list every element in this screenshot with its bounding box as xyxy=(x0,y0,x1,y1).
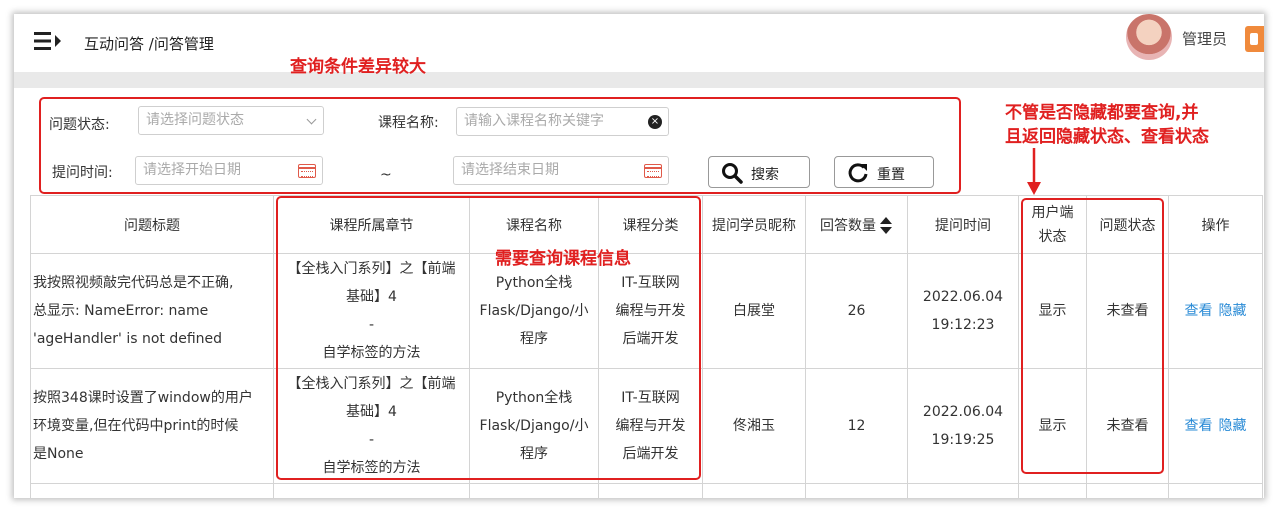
date-text: 2022.06.04 xyxy=(922,289,1004,305)
title-line: 是None xyxy=(33,446,84,462)
title-line: 按照348课时设置了window的用户 xyxy=(33,390,253,406)
empty-cell xyxy=(907,483,1019,498)
status-annotation-line1: 不管是否隐藏都要查询,并 xyxy=(1005,103,1199,123)
title-line: 'ageHandler' is not defined xyxy=(33,331,223,347)
time-text: 19:12:23 xyxy=(931,317,995,333)
view-link[interactable]: 查看 xyxy=(1185,418,1213,434)
date-text: 2022.06.04 xyxy=(922,404,1004,420)
filters-highlight-box xyxy=(39,97,961,194)
header-student: 提问学员昵称 xyxy=(702,195,806,254)
title-line: 总显示: NameError: name xyxy=(33,303,209,319)
empty-cell xyxy=(1086,483,1169,498)
empty-cell xyxy=(273,483,470,498)
title-line: 我按照视频敲完代码总是不正确, xyxy=(33,275,234,291)
cell-student: 佟湘玉 xyxy=(702,368,806,484)
cell-title: 我按照视频敲完代码总是不正确, 总显示: NameError: name 'ageH… xyxy=(30,253,274,369)
side-toolbar-icon[interactable] xyxy=(1245,26,1264,52)
empty-cell xyxy=(1168,483,1263,498)
sort-icon[interactable] xyxy=(879,216,893,235)
username-label[interactable]: 管理员 xyxy=(1182,28,1227,49)
view-link[interactable]: 查看 xyxy=(1185,303,1213,319)
header-actions: 操作 xyxy=(1168,195,1263,254)
app-window: 互动问答 /问答管理 管理员 问题状态: 请选择问题状态 课程名称: 请输入课程… xyxy=(14,14,1264,498)
hide-link[interactable]: 隐藏 xyxy=(1219,303,1247,319)
cell-time: 2022.06.04 19:19:25 xyxy=(907,368,1019,484)
empty-cell xyxy=(469,483,599,498)
content-divider xyxy=(14,72,1264,88)
top-header: 互动问答 /问答管理 管理员 xyxy=(14,14,1264,72)
breadcrumb: 互动问答 /问答管理 xyxy=(84,35,214,53)
cell-actions: 查看 隐藏 xyxy=(1168,253,1263,369)
cell-answers: 26 xyxy=(805,253,908,369)
cell-time: 2022.06.04 19:12:23 xyxy=(907,253,1019,369)
hide-link[interactable]: 隐藏 xyxy=(1219,418,1247,434)
status-annotation-line2: 且返回隐藏状态、查看状态 xyxy=(1005,127,1209,147)
empty-cell xyxy=(805,483,908,498)
title-line: 环境变量,但在代码中print的时候 xyxy=(33,418,239,434)
cell-title: 按照348课时设置了window的用户 环境变量,但在代码中print的时候 是No… xyxy=(30,368,274,484)
table-row xyxy=(30,483,1263,498)
header-time: 提问时间 xyxy=(907,195,1019,254)
filters-annotation: 查询条件差异较大 xyxy=(290,57,426,77)
cell-answers: 12 xyxy=(805,368,908,484)
cell-student: 白展堂 xyxy=(702,253,806,369)
empty-cell xyxy=(30,483,274,498)
header-title: 问题标题 xyxy=(30,195,274,254)
avatar[interactable] xyxy=(1126,14,1172,60)
empty-cell xyxy=(1018,483,1087,498)
time-text: 19:19:25 xyxy=(931,432,995,448)
header-answers-label: 回答数量 xyxy=(820,217,876,234)
empty-cell xyxy=(702,483,806,498)
course-info-highlight-box xyxy=(276,196,701,480)
course-annotation: 需要查询课程信息 xyxy=(495,249,631,269)
empty-cell xyxy=(598,483,703,498)
arrow-down-icon xyxy=(1027,148,1041,195)
status-highlight-box xyxy=(1021,198,1164,474)
menu-toggle-icon[interactable] xyxy=(34,30,62,52)
header-answers[interactable]: 回答数量 xyxy=(805,195,908,254)
cell-actions: 查看 隐藏 xyxy=(1168,368,1263,484)
